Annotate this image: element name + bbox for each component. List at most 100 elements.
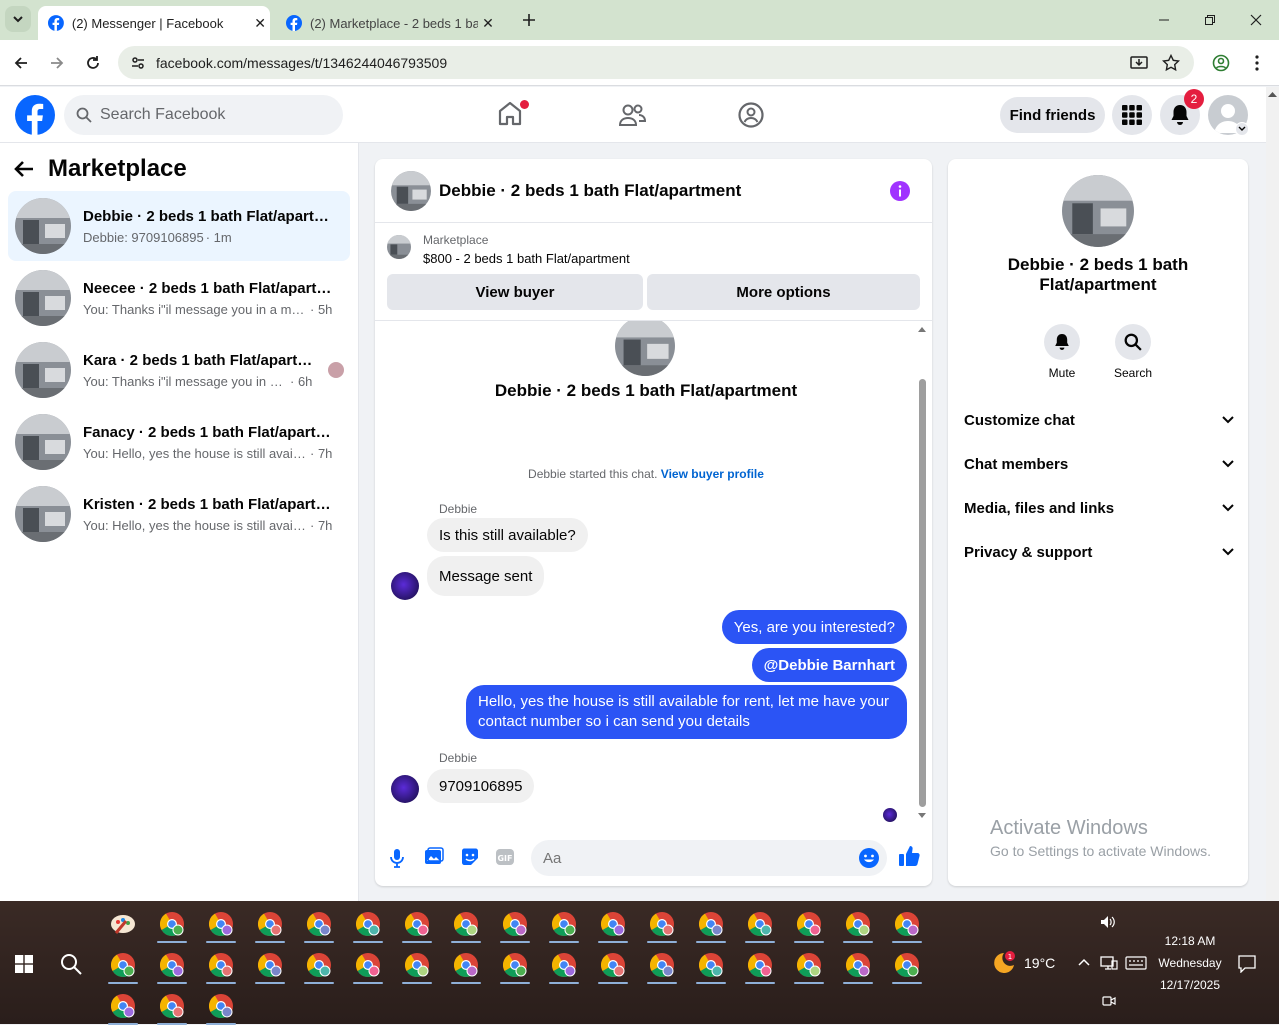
chrome-window-icon[interactable] (157, 909, 187, 943)
message-bubble-incoming[interactable]: Message sent (427, 556, 545, 596)
view-buyer-button[interactable]: View buyer (387, 274, 643, 310)
message-bubble-outgoing[interactable]: @Debbie Barnhart (751, 648, 907, 682)
chrome-window-icon[interactable] (206, 909, 236, 943)
gif-icon[interactable]: GIF (495, 847, 515, 867)
chat-members-section[interactable]: Chat members (964, 444, 1234, 484)
account-chevron[interactable] (1235, 122, 1249, 136)
chrome-window-icon[interactable] (598, 909, 628, 943)
chrome-window-icon[interactable] (794, 950, 824, 984)
chrome-window-icon[interactable] (157, 991, 187, 1025)
bookmark-star-icon[interactable] (1162, 53, 1180, 72)
weather-widget[interactable]: 1 19°C (990, 951, 1055, 975)
taskbar-search-icon[interactable] (60, 953, 82, 975)
mute-action[interactable]: Mute (1037, 324, 1087, 380)
network-icon[interactable] (1100, 955, 1118, 971)
chrome-window-icon[interactable] (353, 909, 383, 943)
chrome-window-icon[interactable] (745, 909, 775, 943)
chrome-window-icon[interactable] (696, 909, 726, 943)
like-thumbs-up-icon[interactable] (898, 845, 920, 867)
profile-avatar[interactable] (1062, 175, 1134, 247)
listing-title[interactable]: $800 - 2 beds 1 bath Flat/apartment (423, 251, 630, 266)
chat-avatar[interactable] (391, 170, 431, 211)
tab-search-button[interactable] (5, 6, 31, 32)
browser-menu-button[interactable] (1243, 49, 1271, 77)
message-bubble-outgoing[interactable]: Hello, yes the house is still available … (466, 685, 907, 739)
new-tab-button[interactable] (515, 6, 543, 34)
photo-icon[interactable] (424, 847, 444, 867)
reload-button[interactable] (79, 49, 107, 77)
meet-now-icon[interactable] (1102, 994, 1116, 1008)
chrome-window-icon[interactable] (500, 909, 530, 943)
chrome-window-icon[interactable] (892, 909, 922, 943)
chrome-window-icon[interactable] (402, 950, 432, 984)
address-bar[interactable]: facebook.com/messages/t/1346244046793509 (118, 46, 1194, 79)
profile-button[interactable] (1207, 49, 1235, 77)
minimize-button[interactable] (1141, 0, 1187, 40)
search-action[interactable]: Search (1107, 324, 1159, 380)
tab-marketplace[interactable]: (2) Marketplace - 2 beds 1 bath ✕ (276, 6, 508, 40)
clock-day[interactable]: Wednesday (1155, 956, 1225, 970)
chrome-window-icon[interactable] (598, 950, 628, 984)
page-scrollbar[interactable] (1266, 87, 1279, 901)
privacy-support-section[interactable]: Privacy & support (964, 532, 1234, 572)
chrome-window-icon[interactable] (108, 991, 138, 1025)
conversation-item[interactable]: Fanacy · 2 beds 1 bath Flat/apartment Yo… (8, 407, 350, 477)
clock-time[interactable]: 12:18 AM (1155, 934, 1225, 948)
restore-button[interactable] (1187, 0, 1233, 40)
volume-icon[interactable] (1100, 915, 1116, 929)
chrome-window-icon[interactable] (794, 909, 824, 943)
message-bubble-incoming[interactable]: Is this still available? (427, 518, 588, 552)
chrome-window-icon[interactable] (157, 950, 187, 984)
chrome-window-icon[interactable] (402, 909, 432, 943)
thread-scrollbar[interactable] (916, 321, 928, 821)
conversation-item[interactable]: Kara · 2 beds 1 bath Flat/apartment You:… (8, 335, 350, 405)
site-info-icon[interactable] (130, 55, 146, 71)
menu-button[interactable] (1112, 95, 1152, 135)
chrome-window-icon[interactable] (647, 950, 677, 984)
microphone-icon[interactable] (389, 848, 405, 868)
chrome-window-icon[interactable] (206, 950, 236, 984)
chrome-window-icon[interactable] (108, 950, 138, 984)
nav-home[interactable] (496, 99, 529, 131)
tab-messenger[interactable]: (2) Messenger | Facebook ✕ (38, 6, 270, 40)
close-tab-icon[interactable]: ✕ (478, 15, 498, 32)
close-window-button[interactable] (1233, 0, 1279, 40)
info-icon[interactable] (890, 181, 910, 201)
forward-button[interactable] (43, 49, 71, 77)
message-bubble-incoming[interactable]: 9709106895 (427, 769, 535, 803)
paint-app-icon[interactable] (108, 909, 138, 941)
chrome-window-icon[interactable] (843, 950, 873, 984)
conversation-item[interactable]: Neecee · 2 beds 1 bath Flat/apartment Yo… (8, 263, 350, 333)
chrome-window-icon[interactable] (745, 950, 775, 984)
chrome-window-icon[interactable] (353, 950, 383, 984)
chrome-window-icon[interactable] (892, 950, 922, 984)
chrome-window-icon[interactable] (255, 950, 285, 984)
notification-center-icon[interactable] (1238, 955, 1256, 973)
scrollbar-thumb[interactable] (919, 379, 926, 807)
keyboard-icon[interactable] (1125, 956, 1147, 970)
customize-chat-section[interactable]: Customize chat (964, 400, 1234, 440)
chrome-window-icon[interactable] (451, 909, 481, 943)
facebook-logo-icon[interactable] (14, 94, 56, 136)
chrome-window-icon[interactable] (549, 950, 579, 984)
chrome-window-icon[interactable] (549, 909, 579, 943)
chrome-window-icon[interactable] (206, 991, 236, 1025)
chrome-window-icon[interactable] (843, 909, 873, 943)
search-bar[interactable] (64, 95, 343, 135)
show-hidden-icons-chevron[interactable] (1078, 958, 1090, 966)
windows-start-icon[interactable] (15, 955, 33, 973)
view-buyer-profile-link[interactable]: View buyer profile (661, 467, 764, 481)
emoji-icon[interactable] (859, 848, 879, 868)
message-bubble-outgoing[interactable]: Yes, are you interested? (721, 610, 907, 644)
search-input[interactable] (100, 106, 320, 124)
clock-date[interactable]: 12/17/2025 (1155, 978, 1225, 992)
scroll-down-icon[interactable] (918, 813, 926, 818)
chrome-window-icon[interactable] (696, 950, 726, 984)
scroll-up-icon[interactable] (918, 327, 926, 332)
back-button[interactable] (7, 49, 35, 77)
install-app-icon[interactable] (1130, 54, 1148, 72)
chrome-window-icon[interactable] (451, 950, 481, 984)
chrome-window-icon[interactable] (500, 950, 530, 984)
back-arrow-icon[interactable] (14, 160, 34, 178)
notifications-button[interactable]: 2 (1160, 89, 1204, 135)
